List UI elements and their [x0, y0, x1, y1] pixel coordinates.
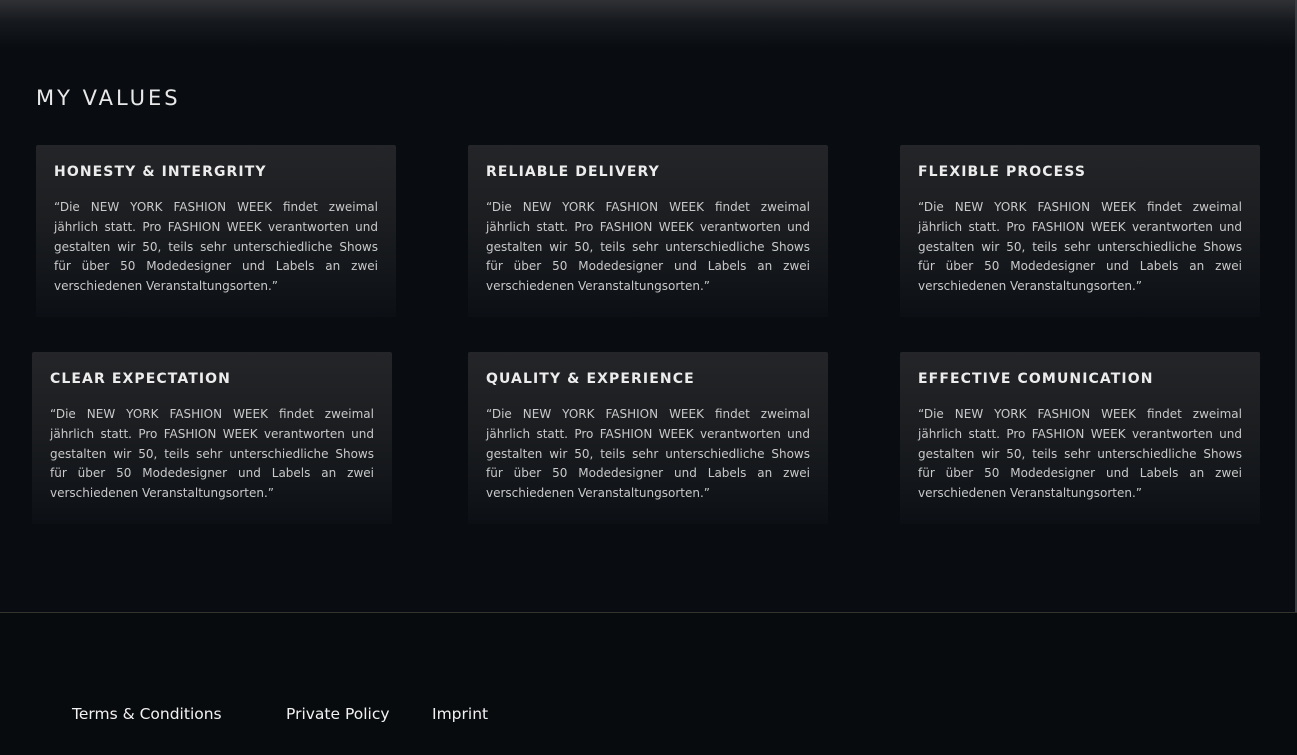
card-title: HONESTY & INTERGRITY [54, 164, 267, 180]
section-title: MY VALUES [36, 86, 181, 110]
card-text: “Die NEW YORK FASHION WEEK findet zweima… [918, 200, 1242, 294]
private-policy-link[interactable]: Private Policy [286, 705, 390, 723]
values-section: MY VALUES HONESTY & INTERGRITY “Die NEW … [0, 0, 1297, 612]
card-text: “Die NEW YORK FASHION WEEK findet zweima… [486, 200, 810, 294]
terms-conditions-link[interactable]: Terms & Conditions [72, 705, 222, 723]
card-text: “Die NEW YORK FASHION WEEK findet zweima… [918, 407, 1242, 501]
value-card-effective-communication: EFFECTIVE COMUNICATION “Die NEW YORK FAS… [900, 352, 1260, 524]
value-card-quality-experience: QUALITY & EXPERIENCE “Die NEW YORK FASHI… [468, 352, 828, 524]
card-title: FLEXIBLE PROCESS [918, 164, 1086, 180]
card-title: RELIABLE DELIVERY [486, 164, 660, 180]
card-title: QUALITY & EXPERIENCE [486, 371, 695, 387]
value-card-reliable-delivery: RELIABLE DELIVERY “Die NEW YORK FASHION … [468, 145, 828, 317]
card-text: “Die NEW YORK FASHION WEEK findet zweima… [50, 407, 374, 501]
value-card-flexible-process: FLEXIBLE PROCESS “Die NEW YORK FASHION W… [900, 145, 1260, 317]
site-footer: Terms & Conditions Private Policy Imprin… [0, 612, 1297, 755]
card-title: CLEAR EXPECTATION [50, 371, 231, 387]
card-text: “Die NEW YORK FASHION WEEK findet zweima… [54, 200, 378, 294]
card-title: EFFECTIVE COMUNICATION [918, 371, 1154, 387]
value-card-clear-expectation: CLEAR EXPECTATION “Die NEW YORK FASHION … [32, 352, 392, 524]
imprint-link[interactable]: Imprint [432, 705, 488, 723]
card-text: “Die NEW YORK FASHION WEEK findet zweima… [486, 407, 810, 501]
value-card-honesty: HONESTY & INTERGRITY “Die NEW YORK FASHI… [36, 145, 396, 317]
